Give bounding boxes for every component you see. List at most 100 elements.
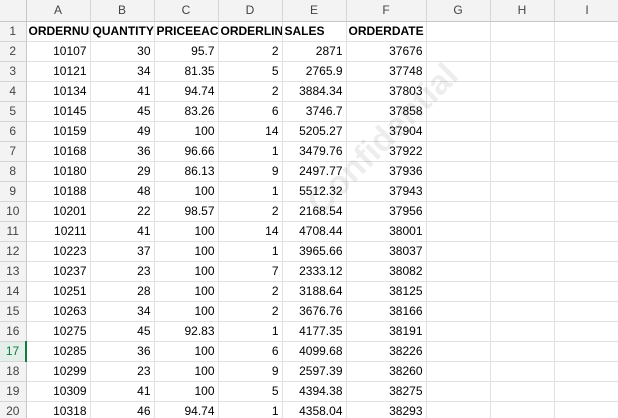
cell[interactable] <box>554 321 618 342</box>
cell[interactable] <box>490 181 555 202</box>
cell[interactable] <box>490 61 555 82</box>
cell[interactable]: 100 <box>154 361 219 382</box>
cell[interactable] <box>554 401 618 418</box>
select-all-corner[interactable] <box>0 0 27 22</box>
cell[interactable]: 10299 <box>26 361 91 382</box>
cell[interactable] <box>426 261 491 282</box>
cell[interactable]: ORDERDATE <box>346 21 427 42</box>
cell[interactable]: 94.74 <box>154 401 219 418</box>
cell[interactable]: 45 <box>90 101 155 122</box>
cell[interactable]: 81.35 <box>154 61 219 82</box>
cell[interactable]: 10211 <box>26 221 91 242</box>
column-header[interactable]: I <box>554 0 618 22</box>
cell[interactable] <box>490 381 555 402</box>
row-header[interactable]: 3 <box>0 61 27 82</box>
cell[interactable]: 45 <box>90 321 155 342</box>
cell[interactable]: 10180 <box>26 161 91 182</box>
cell[interactable]: 10145 <box>26 101 91 122</box>
cell[interactable] <box>426 41 491 62</box>
cell[interactable] <box>426 161 491 182</box>
column-header[interactable]: E <box>282 0 347 22</box>
cell[interactable]: 37904 <box>346 121 427 142</box>
cell[interactable]: 38166 <box>346 301 427 322</box>
cell[interactable]: 3479.76 <box>282 141 347 162</box>
cell[interactable] <box>490 161 555 182</box>
cell[interactable]: 49 <box>90 121 155 142</box>
row-header[interactable]: 14 <box>0 281 27 302</box>
cell[interactable]: 10223 <box>26 241 91 262</box>
row-header[interactable]: 11 <box>0 221 27 242</box>
cell[interactable]: 4177.35 <box>282 321 347 342</box>
cell[interactable]: 1 <box>218 401 283 418</box>
cell[interactable] <box>490 281 555 302</box>
cell[interactable]: 5205.27 <box>282 121 347 142</box>
cell[interactable]: 14 <box>218 221 283 242</box>
cell[interactable] <box>554 81 618 102</box>
cell[interactable]: 23 <box>90 361 155 382</box>
cell[interactable] <box>554 261 618 282</box>
cell[interactable]: 37 <box>90 241 155 262</box>
cell[interactable] <box>490 201 555 222</box>
cell[interactable]: 37936 <box>346 161 427 182</box>
cell[interactable]: 92.83 <box>154 321 219 342</box>
cell[interactable] <box>490 121 555 142</box>
cell[interactable]: ORDERNUMBER <box>26 21 91 42</box>
cell[interactable]: 3965.66 <box>282 241 347 262</box>
cell[interactable]: 2597.39 <box>282 361 347 382</box>
cell[interactable] <box>490 361 555 382</box>
cell[interactable]: 7 <box>218 261 283 282</box>
cell[interactable]: 37803 <box>346 81 427 102</box>
cell[interactable] <box>490 241 555 262</box>
cell[interactable]: 38082 <box>346 261 427 282</box>
cell[interactable] <box>426 221 491 242</box>
cell[interactable] <box>554 201 618 222</box>
cell[interactable]: 29 <box>90 161 155 182</box>
cell[interactable] <box>554 41 618 62</box>
cell[interactable]: 37943 <box>346 181 427 202</box>
cell[interactable]: 38293 <box>346 401 427 418</box>
cell[interactable]: 2 <box>218 81 283 102</box>
cell[interactable] <box>554 381 618 402</box>
cell[interactable]: 2333.12 <box>282 261 347 282</box>
row-header[interactable]: 20 <box>0 401 27 418</box>
column-header[interactable]: H <box>490 0 555 22</box>
row-header[interactable]: 5 <box>0 101 27 122</box>
cell[interactable]: 10121 <box>26 61 91 82</box>
cell[interactable]: 36 <box>90 341 155 362</box>
cell[interactable]: 38260 <box>346 361 427 382</box>
row-header[interactable]: 16 <box>0 321 27 342</box>
row-header[interactable]: 1 <box>0 21 27 42</box>
cell[interactable]: 83.26 <box>154 101 219 122</box>
cell[interactable]: 100 <box>154 121 219 142</box>
cell[interactable]: 94.74 <box>154 81 219 102</box>
column-header[interactable]: B <box>90 0 155 22</box>
cell[interactable]: 4708.44 <box>282 221 347 242</box>
cell[interactable]: 10251 <box>26 281 91 302</box>
cell[interactable]: 86.13 <box>154 161 219 182</box>
cell[interactable] <box>490 21 555 42</box>
cell[interactable]: 3188.64 <box>282 281 347 302</box>
cell[interactable]: 37748 <box>346 61 427 82</box>
cell[interactable]: 2 <box>218 281 283 302</box>
cell[interactable] <box>554 281 618 302</box>
cell[interactable]: 95.7 <box>154 41 219 62</box>
cell[interactable]: 34 <box>90 301 155 322</box>
cell[interactable] <box>426 401 491 418</box>
column-header[interactable]: C <box>154 0 219 22</box>
cell[interactable] <box>426 61 491 82</box>
cell[interactable]: 5512.32 <box>282 181 347 202</box>
row-header[interactable]: 18 <box>0 361 27 382</box>
cell[interactable]: 10309 <box>26 381 91 402</box>
cell[interactable] <box>426 121 491 142</box>
cell[interactable]: 98.57 <box>154 201 219 222</box>
cell[interactable]: 5 <box>218 381 283 402</box>
cell[interactable] <box>426 181 491 202</box>
cell[interactable] <box>490 81 555 102</box>
cell[interactable] <box>426 381 491 402</box>
cell[interactable]: 100 <box>154 341 219 362</box>
cell[interactable] <box>426 321 491 342</box>
row-header[interactable]: 9 <box>0 181 27 202</box>
cell[interactable]: 1 <box>218 321 283 342</box>
row-header[interactable]: 7 <box>0 141 27 162</box>
column-header[interactable]: G <box>426 0 491 22</box>
